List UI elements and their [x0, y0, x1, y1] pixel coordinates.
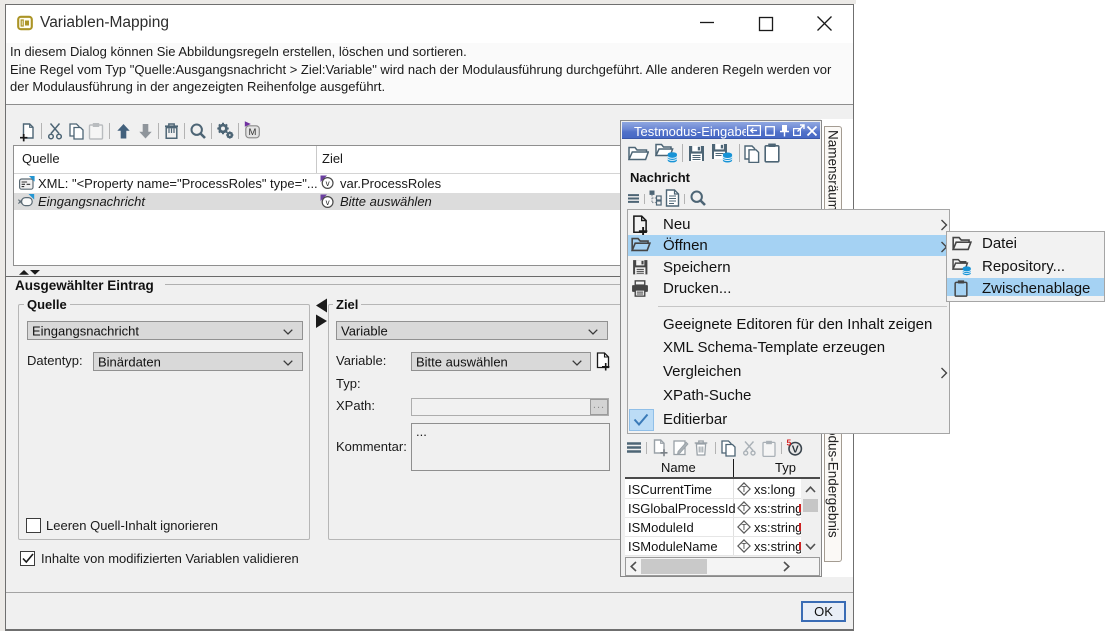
svg-text:5: 5 [787, 439, 792, 447]
svg-text:T: T [741, 484, 746, 494]
svg-text:v: v [326, 179, 330, 188]
svg-text:T: T [741, 522, 746, 532]
svg-text:V: V [792, 444, 799, 456]
svg-text:T: T [741, 541, 746, 551]
svg-text:T: T [741, 503, 746, 513]
svg-text:v: v [326, 198, 330, 207]
svg-text:M: M [249, 127, 257, 138]
